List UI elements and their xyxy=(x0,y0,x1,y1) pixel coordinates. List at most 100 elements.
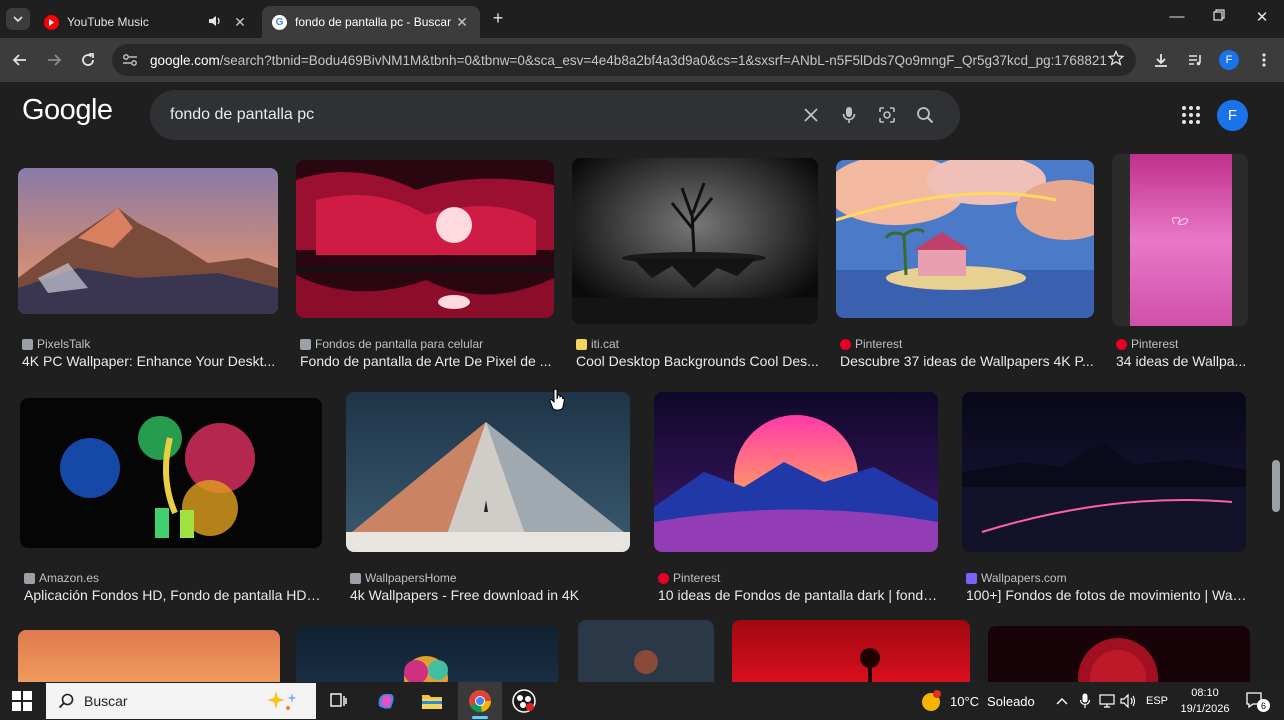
search-box[interactable] xyxy=(150,90,960,140)
account-avatar[interactable]: F xyxy=(1217,100,1248,131)
media-control-icon[interactable] xyxy=(1185,50,1205,70)
clear-search-icon[interactable] xyxy=(792,96,830,134)
image-result[interactable]: Pinterest 10 ideas de Fondos de pantalla… xyxy=(654,392,940,603)
image-result[interactable] xyxy=(18,630,280,682)
system-clock[interactable]: 08:10 19/1/2026 xyxy=(1170,685,1240,717)
profile-avatar[interactable]: F xyxy=(1219,50,1239,70)
image-result[interactable]: Amazon.es Aplicación Fondos HD, Fondo de… xyxy=(20,398,324,603)
minimize-button[interactable]: — xyxy=(1164,8,1190,30)
tab-google-search[interactable]: G fondo de pantalla pc - Buscar con Goog… xyxy=(262,6,480,38)
result-source: Pinterest xyxy=(840,337,902,351)
speaker-icon[interactable] xyxy=(208,15,226,30)
result-thumbnail[interactable] xyxy=(578,620,714,682)
arrow-left-icon xyxy=(12,54,26,66)
image-result[interactable]: PixelsTalk 4K PC Wallpaper: Enhance Your… xyxy=(18,166,280,369)
image-result[interactable] xyxy=(988,626,1250,682)
chrome-taskbar-button[interactable] xyxy=(458,682,502,720)
pinterest-icon xyxy=(658,572,669,584)
result-title[interactable]: 100+] Fondos de fotos de movimiento | Wa… xyxy=(966,587,1248,603)
close-tab-icon[interactable]: ✕ xyxy=(232,14,248,31)
result-thumbnail[interactable] xyxy=(988,626,1250,682)
taskbar-search[interactable]: Buscar xyxy=(46,683,316,719)
image-result[interactable]: Pinterest 34 ideas de Wallpa... xyxy=(1112,154,1250,369)
restore-icon xyxy=(1213,9,1225,21)
notifications-icon[interactable]: 6 xyxy=(1244,689,1270,713)
weather-widget[interactable]: 10°C Soleado xyxy=(920,682,1035,720)
forward-button[interactable] xyxy=(43,49,65,71)
result-title[interactable]: 4k Wallpapers - Free download in 4K xyxy=(350,587,632,603)
google-logo[interactable]: Google xyxy=(22,94,113,127)
windows-start-icon[interactable] xyxy=(12,691,32,711)
image-result[interactable]: Fondos de pantalla para celular Fondo de… xyxy=(296,160,556,369)
site-info-icon[interactable] xyxy=(122,53,142,67)
tab-youtube-music[interactable]: YouTube Music ✕ xyxy=(34,6,258,38)
volume-icon[interactable] xyxy=(1117,689,1141,713)
image-result[interactable] xyxy=(578,620,714,682)
obs-recorder-icon[interactable] xyxy=(512,689,536,713)
tab-strip: YouTube Music ✕ G fondo de pantalla pc -… xyxy=(0,0,1284,38)
sun-weather-icon xyxy=(922,690,941,711)
restore-button[interactable] xyxy=(1206,8,1232,30)
result-thumbnail[interactable] xyxy=(296,160,554,318)
source-name: PixelsTalk xyxy=(37,337,91,351)
microphone-icon[interactable] xyxy=(830,96,868,134)
result-title[interactable]: Fondo de pantalla de Arte De Pixel de ..… xyxy=(300,353,556,369)
search-icon[interactable] xyxy=(906,96,944,134)
google-apps-icon[interactable] xyxy=(1180,104,1202,126)
result-source: PixelsTalk xyxy=(22,337,90,351)
result-thumbnail[interactable] xyxy=(572,158,818,324)
bookmark-star-icon[interactable] xyxy=(1107,49,1125,71)
file-explorer-icon[interactable] xyxy=(420,689,444,713)
result-thumbnail[interactable] xyxy=(20,398,322,548)
result-thumbnail[interactable] xyxy=(732,620,970,682)
reload-button[interactable] xyxy=(77,49,99,71)
chevron-down-icon xyxy=(13,16,23,23)
result-title[interactable]: 10 ideas de Fondos de pantalla dark | fo… xyxy=(658,587,940,603)
image-result[interactable]: Wallpapers.com 100+] Fondos de fotos de … xyxy=(962,392,1248,603)
address-bar[interactable]: google.com/search?tbnid=Bodu469BivNM1M&t… xyxy=(112,44,1136,76)
result-title[interactable]: Descubre 37 ideas de Wallpapers 4K P... xyxy=(840,353,1096,369)
more-menu-icon[interactable] xyxy=(1254,50,1274,70)
weather-temp: 10°C xyxy=(950,693,980,709)
close-tab-icon[interactable]: ✕ xyxy=(454,14,470,31)
result-thumbnail[interactable] xyxy=(962,392,1246,552)
source-favicon-icon xyxy=(24,572,35,584)
image-result[interactable]: WallpapersHome 4k Wallpapers - Free down… xyxy=(346,392,632,603)
result-title[interactable]: Aplicación Fondos HD, Fondo de pantalla … xyxy=(24,587,324,603)
microphone-icon[interactable] xyxy=(1073,689,1097,713)
input-language[interactable]: ESP xyxy=(1146,682,1168,720)
result-thumbnail[interactable] xyxy=(1112,154,1248,326)
clock-time: 08:10 xyxy=(1191,687,1219,699)
image-result[interactable]: iti.cat Cool Desktop Backgrounds Cool De… xyxy=(572,158,820,369)
result-source: Pinterest xyxy=(658,571,720,585)
result-thumbnail[interactable] xyxy=(18,630,280,682)
result-thumbnail[interactable] xyxy=(654,392,938,552)
active-app-indicator xyxy=(472,716,488,719)
image-result[interactable] xyxy=(296,626,558,682)
new-tab-button[interactable]: + xyxy=(488,9,508,29)
result-title[interactable]: Cool Desktop Backgrounds Cool Des... xyxy=(576,353,820,369)
result-thumbnail[interactable] xyxy=(18,168,278,314)
language-label: ESP xyxy=(1146,695,1169,707)
copilot-icon[interactable] xyxy=(374,689,398,713)
page-scrollbar-thumb[interactable] xyxy=(1272,460,1280,512)
result-thumbnail[interactable] xyxy=(346,392,630,552)
back-button[interactable] xyxy=(9,49,31,71)
task-view-icon[interactable] xyxy=(326,689,350,713)
result-thumbnail[interactable] xyxy=(836,160,1094,318)
image-result[interactable] xyxy=(732,620,970,682)
tab-search-button[interactable] xyxy=(6,8,30,30)
source-favicon-icon xyxy=(300,338,311,350)
chevron-up-icon[interactable] xyxy=(1050,689,1074,713)
result-title[interactable]: 4K PC Wallpaper: Enhance Your Deskt... xyxy=(22,353,280,369)
source-name: Wallpapers.com xyxy=(981,571,1067,585)
image-result[interactable]: Pinterest Descubre 37 ideas de Wallpaper… xyxy=(836,160,1096,369)
lens-camera-icon[interactable] xyxy=(868,96,906,134)
search-icon xyxy=(58,693,74,709)
close-window-button[interactable]: ✕ xyxy=(1249,8,1275,30)
downloads-icon[interactable] xyxy=(1151,50,1171,70)
result-thumbnail[interactable] xyxy=(296,626,558,682)
search-input[interactable] xyxy=(170,106,792,124)
result-title[interactable]: 34 ideas de Wallpa... xyxy=(1116,353,1248,369)
tab-title: YouTube Music xyxy=(67,15,149,29)
